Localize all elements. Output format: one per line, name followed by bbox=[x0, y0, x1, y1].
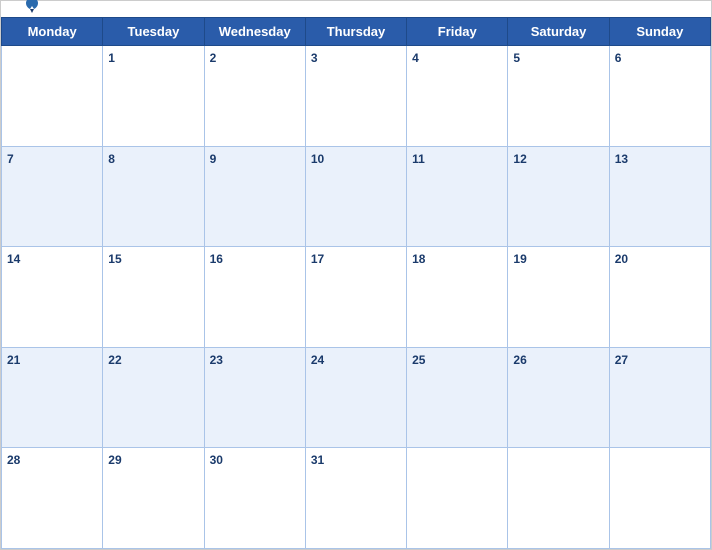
calendar-body: 1234567891011121314151617181920212223242… bbox=[2, 46, 711, 549]
day-number-12: 12 bbox=[513, 152, 526, 166]
day-23: 23 bbox=[204, 347, 305, 448]
weekday-row: MondayTuesdayWednesdayThursdayFridaySatu… bbox=[2, 18, 711, 46]
day-7: 7 bbox=[2, 146, 103, 247]
day-number-22: 22 bbox=[108, 353, 121, 367]
day-10: 10 bbox=[305, 146, 406, 247]
day-number-9: 9 bbox=[210, 152, 217, 166]
day-30: 30 bbox=[204, 448, 305, 549]
day-27: 27 bbox=[609, 347, 710, 448]
empty-day bbox=[2, 46, 103, 147]
day-number-5: 5 bbox=[513, 51, 520, 65]
day-18: 18 bbox=[407, 247, 508, 348]
day-11: 11 bbox=[407, 146, 508, 247]
weekday-wednesday: Wednesday bbox=[204, 18, 305, 46]
day-number-29: 29 bbox=[108, 453, 121, 467]
day-number-25: 25 bbox=[412, 353, 425, 367]
week-row-4: 21 22 23 24 25 26 27 bbox=[2, 347, 711, 448]
empty-day bbox=[609, 448, 710, 549]
weekday-thursday: Thursday bbox=[305, 18, 406, 46]
day-28: 28 bbox=[2, 448, 103, 549]
day-16: 16 bbox=[204, 247, 305, 348]
day-number-17: 17 bbox=[311, 252, 324, 266]
empty-day bbox=[407, 448, 508, 549]
day-number-10: 10 bbox=[311, 152, 324, 166]
day-number-26: 26 bbox=[513, 353, 526, 367]
week-row-3: 14 15 16 17 18 19 20 bbox=[2, 247, 711, 348]
day-6: 6 bbox=[609, 46, 710, 147]
day-12: 12 bbox=[508, 146, 609, 247]
day-number-31: 31 bbox=[311, 453, 324, 467]
day-number-18: 18 bbox=[412, 252, 425, 266]
day-14: 14 bbox=[2, 247, 103, 348]
day-25: 25 bbox=[407, 347, 508, 448]
day-20: 20 bbox=[609, 247, 710, 348]
weekday-monday: Monday bbox=[2, 18, 103, 46]
empty-day bbox=[508, 448, 609, 549]
day-number-15: 15 bbox=[108, 252, 121, 266]
day-number-19: 19 bbox=[513, 252, 526, 266]
day-number-1: 1 bbox=[108, 51, 115, 65]
weekday-tuesday: Tuesday bbox=[103, 18, 204, 46]
week-row-5: 28 29 30 31 bbox=[2, 448, 711, 549]
day-number-20: 20 bbox=[615, 252, 628, 266]
day-number-21: 21 bbox=[7, 353, 20, 367]
day-21: 21 bbox=[2, 347, 103, 448]
calendar-grid: MondayTuesdayWednesdayThursdayFridaySatu… bbox=[1, 17, 711, 549]
day-number-3: 3 bbox=[311, 51, 318, 65]
day-4: 4 bbox=[407, 46, 508, 147]
day-number-6: 6 bbox=[615, 51, 622, 65]
day-29: 29 bbox=[103, 448, 204, 549]
day-number-8: 8 bbox=[108, 152, 115, 166]
day-number-7: 7 bbox=[7, 152, 14, 166]
calendar: MondayTuesdayWednesdayThursdayFridaySatu… bbox=[0, 0, 712, 550]
day-number-24: 24 bbox=[311, 353, 324, 367]
logo-bird-icon bbox=[21, 0, 43, 17]
day-number-27: 27 bbox=[615, 353, 628, 367]
day-number-30: 30 bbox=[210, 453, 223, 467]
weekday-friday: Friday bbox=[407, 18, 508, 46]
day-15: 15 bbox=[103, 247, 204, 348]
weekday-sunday: Sunday bbox=[609, 18, 710, 46]
weekday-saturday: Saturday bbox=[508, 18, 609, 46]
day-number-13: 13 bbox=[615, 152, 628, 166]
day-3: 3 bbox=[305, 46, 406, 147]
week-row-1: 1 2 3 4 5 6 bbox=[2, 46, 711, 147]
day-number-4: 4 bbox=[412, 51, 419, 65]
day-5: 5 bbox=[508, 46, 609, 147]
day-number-14: 14 bbox=[7, 252, 20, 266]
day-26: 26 bbox=[508, 347, 609, 448]
day-17: 17 bbox=[305, 247, 406, 348]
calendar-weekday-header: MondayTuesdayWednesdayThursdayFridaySatu… bbox=[2, 18, 711, 46]
day-number-11: 11 bbox=[412, 152, 425, 166]
day-number-23: 23 bbox=[210, 353, 223, 367]
day-13: 13 bbox=[609, 146, 710, 247]
day-19: 19 bbox=[508, 247, 609, 348]
day-1: 1 bbox=[103, 46, 204, 147]
day-31: 31 bbox=[305, 448, 406, 549]
calendar-header bbox=[1, 1, 711, 17]
day-22: 22 bbox=[103, 347, 204, 448]
logo bbox=[17, 9, 43, 17]
day-number-2: 2 bbox=[210, 51, 217, 65]
day-number-28: 28 bbox=[7, 453, 20, 467]
day-number-16: 16 bbox=[210, 252, 223, 266]
day-24: 24 bbox=[305, 347, 406, 448]
day-9: 9 bbox=[204, 146, 305, 247]
week-row-2: 7 8 9 10 11 12 13 bbox=[2, 146, 711, 247]
day-8: 8 bbox=[103, 146, 204, 247]
day-2: 2 bbox=[204, 46, 305, 147]
